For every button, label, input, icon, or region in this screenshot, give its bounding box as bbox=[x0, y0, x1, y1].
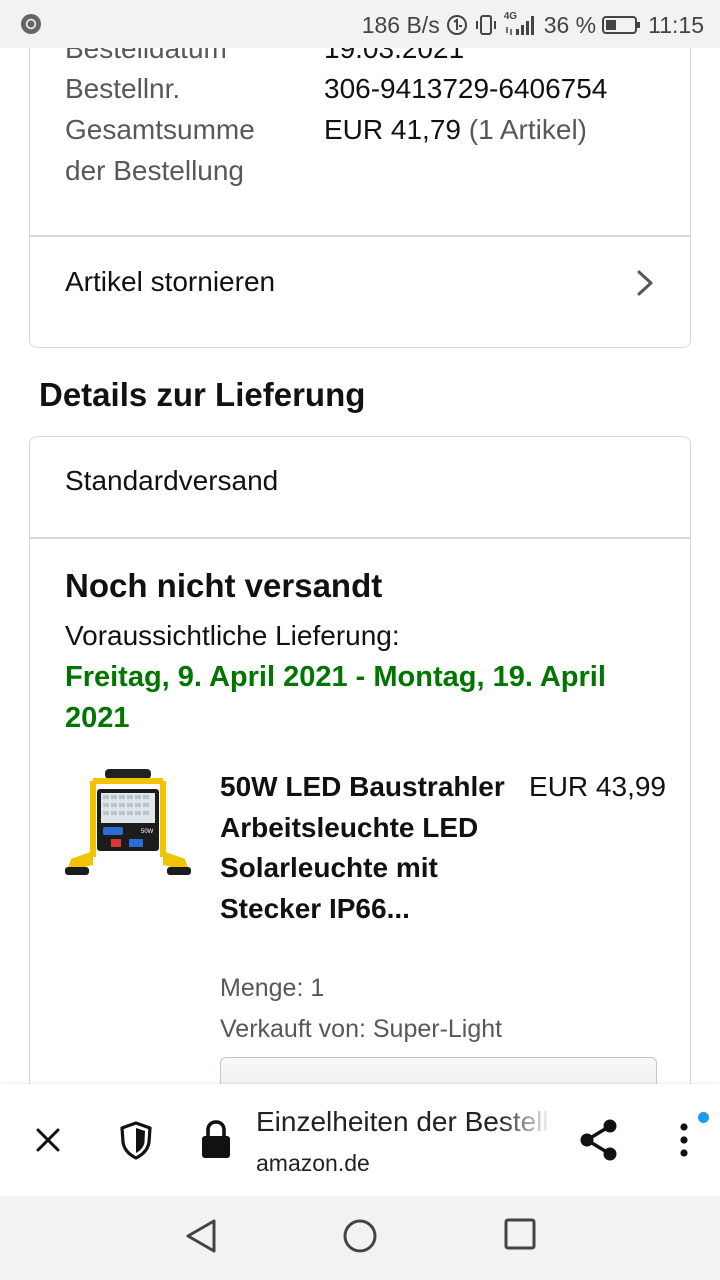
order-total-value: EUR 41,79 (1 Artikel) bbox=[324, 110, 587, 150]
page-domain[interactable]: amazon.de bbox=[256, 1150, 370, 1177]
order-total-amount: EUR 41,79 bbox=[324, 114, 461, 145]
nav-back-icon[interactable] bbox=[184, 1218, 218, 1254]
net-speed: 186 B/s bbox=[361, 11, 440, 38]
product-image-wattage-label: 50W bbox=[141, 829, 154, 835]
cancel-items-row[interactable]: Artikel stornieren bbox=[30, 236, 690, 328]
notification-dot bbox=[698, 1112, 709, 1123]
product-image[interactable]: 50W bbox=[63, 767, 193, 887]
order-total-label-line2: der Bestellung bbox=[65, 155, 245, 186]
share-icon[interactable] bbox=[578, 1118, 620, 1162]
product-price: EUR 43,99 bbox=[529, 771, 666, 802]
data-saver-icon bbox=[446, 15, 467, 35]
order-total-items: (1 Artikel) bbox=[468, 114, 587, 145]
clock: 11:15 bbox=[648, 11, 704, 38]
estimated-delivery-date: Freitag, 9. April 2021 - Montag, 19. Apr… bbox=[65, 661, 606, 734]
order-date-label: Bestelldatum bbox=[65, 48, 227, 64]
more-vert-icon[interactable] bbox=[672, 1120, 696, 1160]
chrome-icon bbox=[21, 14, 41, 34]
system-nav-bar bbox=[0, 1196, 720, 1280]
nav-recents-icon[interactable] bbox=[504, 1218, 536, 1250]
product-title-link[interactable]: 50W LED Baustrahler Arbeitsleuchte LED S… bbox=[220, 767, 510, 929]
battery-percent: 36 % bbox=[543, 11, 597, 38]
delivery-section-title: Details zur Lieferung bbox=[39, 376, 366, 413]
shipping-method: Standardversand bbox=[65, 465, 279, 496]
delivery-card: Standardversand Noch nicht versandt Vora… bbox=[29, 436, 691, 1084]
page-content: Bestelldatum 19.03.2021 Bestellnr. 306-9… bbox=[0, 48, 720, 1084]
order-date-value: 19.03.2021 bbox=[324, 48, 465, 64]
divider bbox=[30, 537, 690, 539]
browser-toolbar: Einzelheiten der Bestellung amazon.de bbox=[0, 1084, 720, 1196]
shield-icon[interactable] bbox=[118, 1120, 154, 1160]
order-number-label: Bestellnr. bbox=[65, 73, 181, 104]
order-total-label-line1: Gesamtsumme bbox=[65, 114, 255, 145]
product-quantity: Menge: 1 bbox=[220, 974, 325, 1002]
signal-icon: 4G bbox=[504, 11, 538, 37]
vibrate-icon bbox=[475, 15, 496, 35]
battery-icon bbox=[602, 16, 641, 34]
status-bar: 186 B/s 4G 36 % 11:15 bbox=[0, 0, 720, 48]
nav-home-icon[interactable] bbox=[342, 1218, 378, 1254]
product-seller: Verkauft von: Super-Light bbox=[220, 1015, 503, 1043]
product-action-button[interactable] bbox=[220, 1057, 657, 1084]
order-summary-card: Bestelldatum 19.03.2021 Bestellnr. 306-9… bbox=[29, 48, 691, 348]
cancel-items-label: Artikel stornieren bbox=[65, 266, 276, 297]
estimated-delivery-label: Voraussichtliche Lieferung: bbox=[65, 620, 400, 651]
lock-icon[interactable] bbox=[200, 1118, 232, 1160]
close-icon[interactable] bbox=[34, 1126, 62, 1154]
chevron-right-icon bbox=[637, 270, 653, 296]
page-title[interactable]: Einzelheiten der Bestellung bbox=[256, 1106, 552, 1138]
order-number-value: 306-9413729-6406754 bbox=[324, 73, 608, 104]
shipment-status: Noch nicht versandt bbox=[65, 567, 383, 604]
